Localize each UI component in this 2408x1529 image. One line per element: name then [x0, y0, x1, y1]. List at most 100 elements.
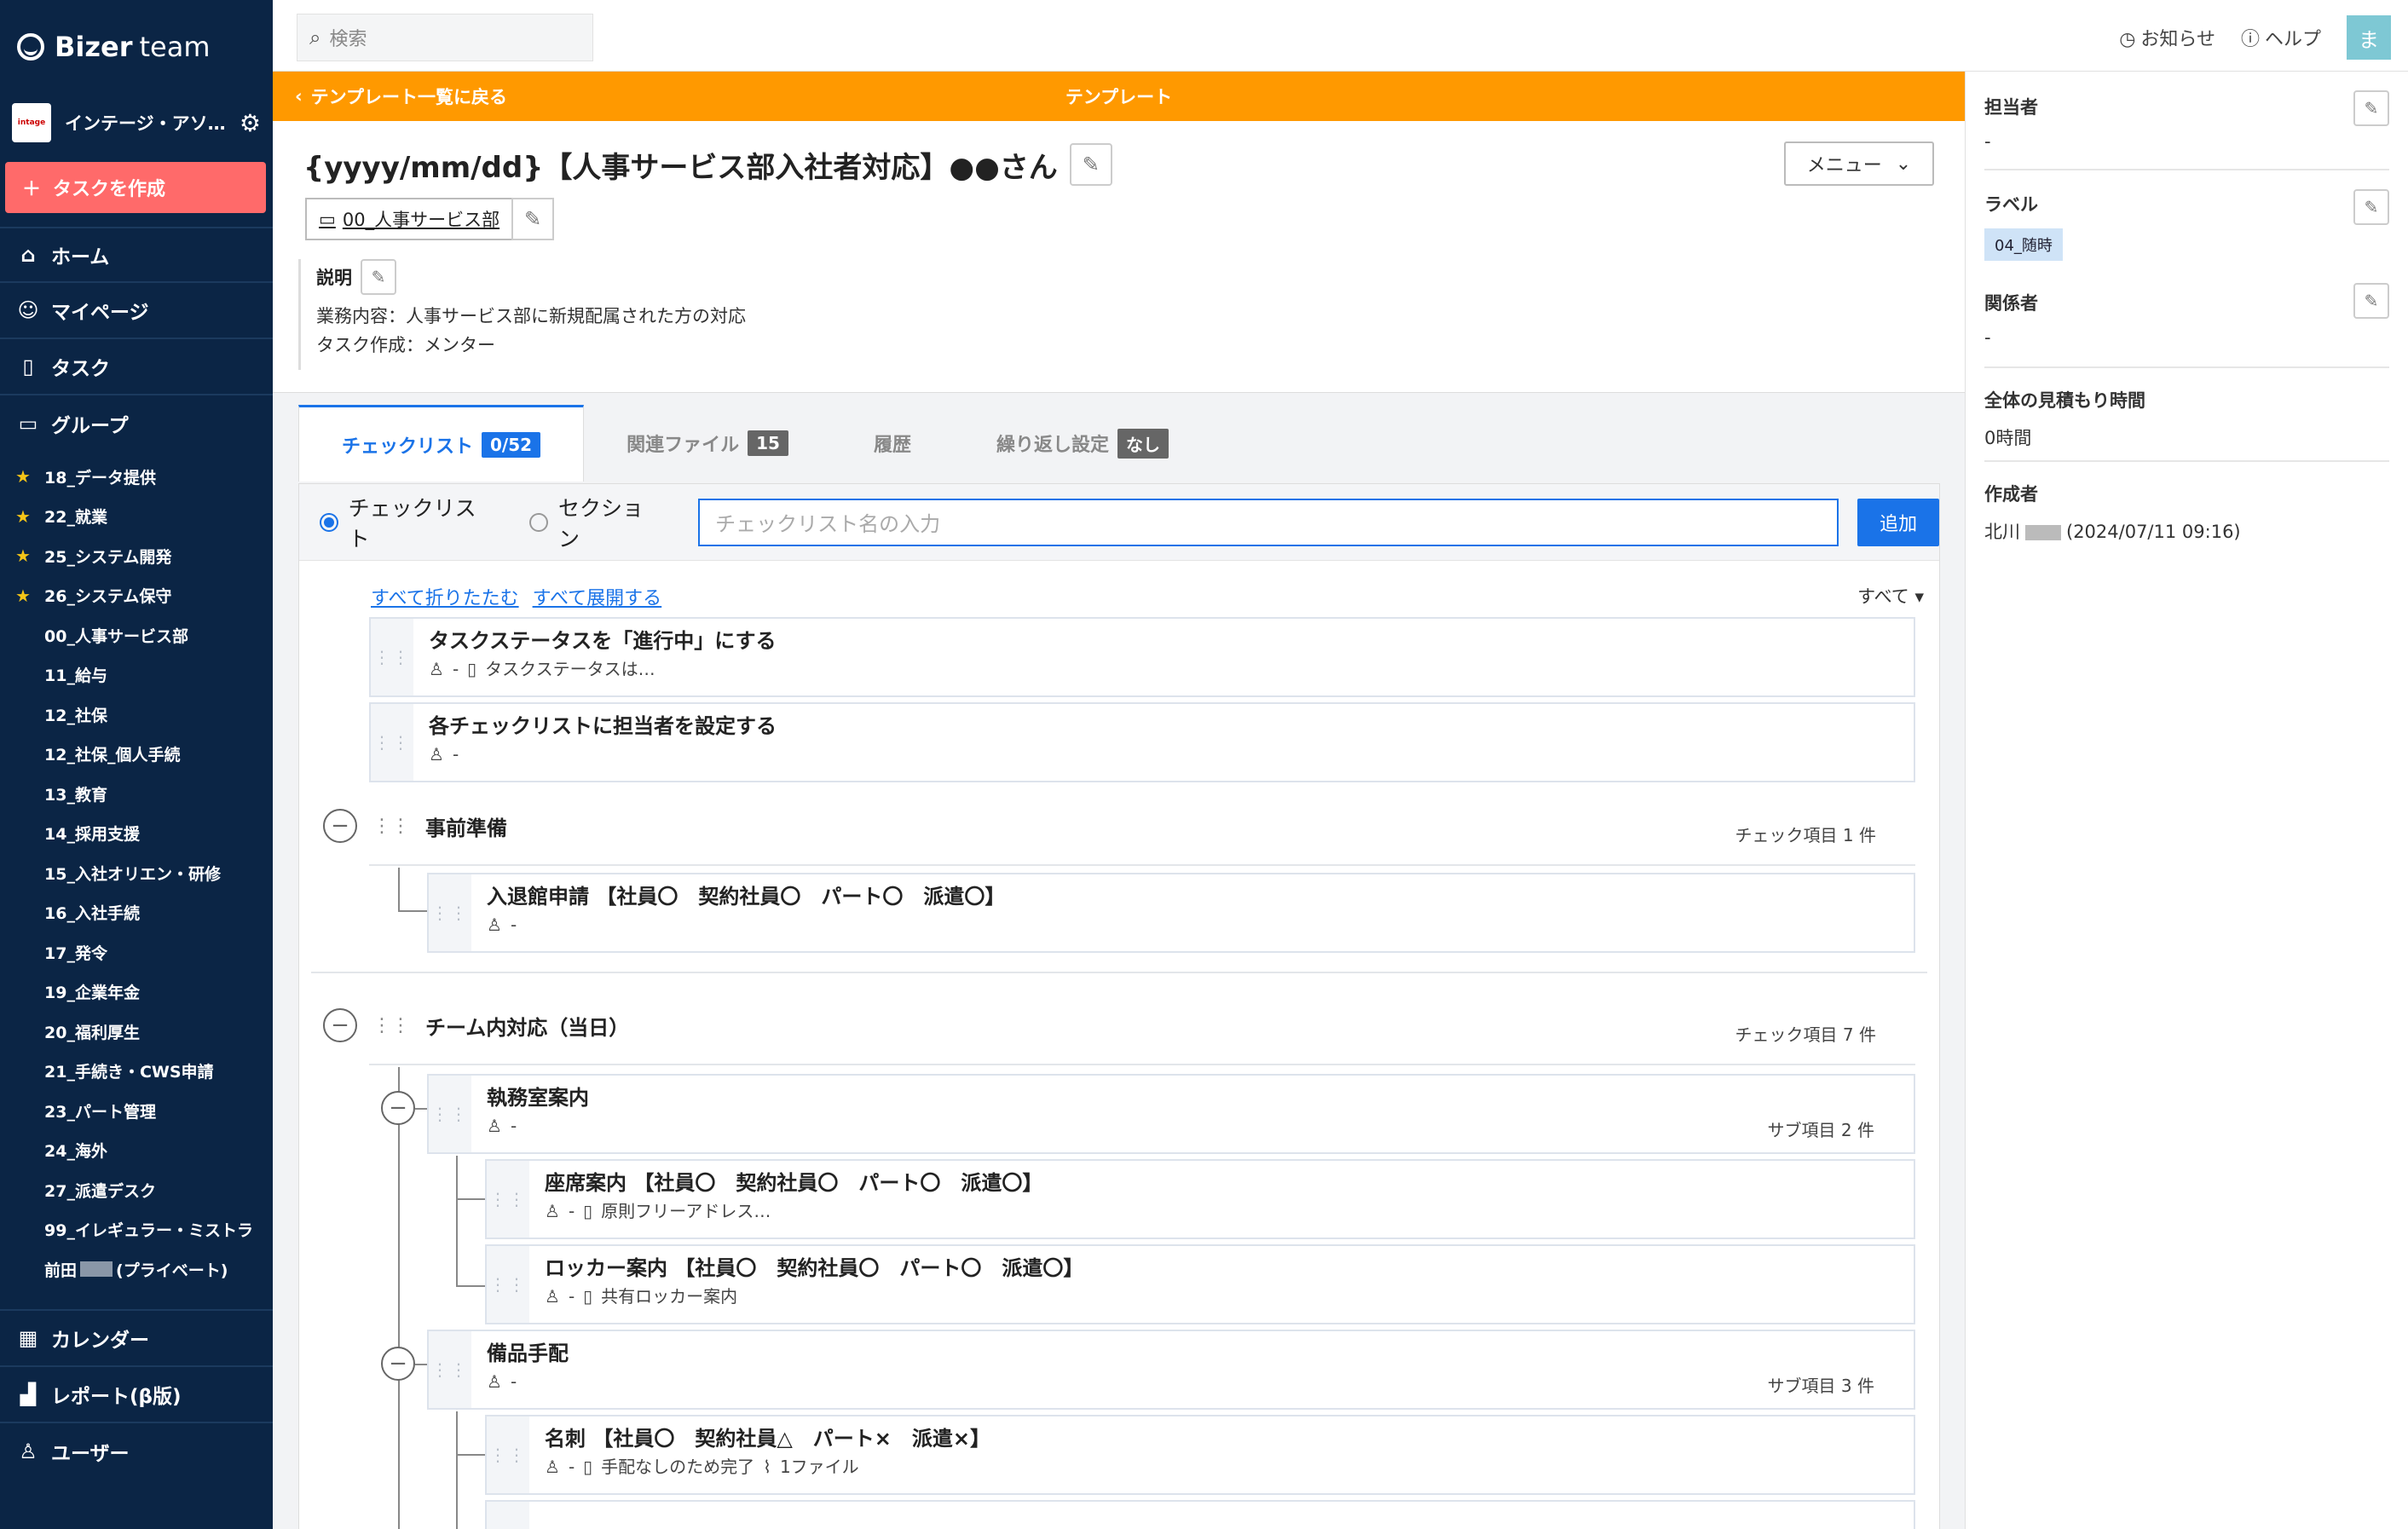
collapse-icon[interactable]: − [323, 1008, 357, 1042]
item-title: 執務室案内 [487, 1086, 589, 1110]
group-item[interactable]: 99_イレギュラー・ミストラ [0, 1210, 273, 1250]
filter-dropdown[interactable]: すべて ▾ [1857, 583, 1924, 609]
tree-line [398, 1067, 400, 1529]
group-item[interactable]: 17_発令 [0, 932, 273, 972]
checklist-item[interactable]: ⋮⋮ 執務室案内 ♙ - サブ項目 2 件 [427, 1074, 1915, 1154]
drag-handle-icon[interactable]: ⋮⋮ [429, 874, 471, 951]
collapse-icon[interactable]: − [323, 809, 357, 843]
expand-all-link[interactable]: すべて展開する [533, 583, 662, 610]
drag-handle-icon[interactable]: ⋮⋮ [371, 619, 413, 695]
group-item[interactable]: 27_派遣デスク [0, 1170, 273, 1210]
drag-handle-icon[interactable]: ⋮⋮ [487, 1416, 529, 1493]
nav-calendar[interactable]: ▦ カレンダー [0, 1311, 273, 1367]
avatar[interactable]: ま [2347, 15, 2391, 60]
group-item-private[interactable]: 前田 (プライベート) [0, 1249, 273, 1290]
edit-description-button[interactable]: ✎ [361, 259, 396, 295]
group-item[interactable]: 23_パート管理 [0, 1091, 273, 1131]
tab-files[interactable]: 関連ファイル 15 [584, 405, 831, 482]
edit-assignee-button[interactable]: ✎ [2353, 90, 2389, 126]
group-item[interactable]: ★ 18_データ提供 [0, 457, 273, 497]
checklist-item[interactable]: ⋮⋮ 入退館申請 【社員〇 契約社員〇 パート〇 派遣〇】 ♙ - [427, 873, 1915, 953]
drag-handle-icon[interactable]: ⋮⋮ [372, 816, 410, 837]
nav-home[interactable]: ⌂ ホーム [0, 227, 273, 283]
group-label: 21_手続き・CWS申請 [44, 1063, 214, 1082]
expand-collapse-links: すべて折りたたむ すべて展開する [371, 583, 661, 610]
edit-label-button[interactable]: ✎ [2353, 189, 2389, 225]
collapse-all-link[interactable]: すべて折りたたむ [371, 583, 519, 610]
group-item[interactable]: 11_給与 [0, 655, 273, 695]
menu-dropdown[interactable]: メニュー ⌄ [1784, 141, 1934, 186]
tab-repeat[interactable]: 繰り返し設定 なし [954, 405, 1211, 482]
checklist-item[interactable]: ⋮⋮ タスクステータスを「進行中」にする ♙ - ▯ タスクステータスは… [369, 617, 1915, 697]
checklist-item[interactable]: ⋮⋮ 各チェックリストに担当者を設定する ♙ - [369, 702, 1915, 782]
group-item[interactable]: 16_入社手続 [0, 893, 273, 933]
label-chip[interactable]: 04_随時 [1984, 228, 2063, 261]
group-item[interactable]: 14_採用支援 [0, 814, 273, 854]
brand-logo[interactable]: Bizer team [0, 0, 273, 94]
search-box[interactable]: ⌕ 検索 [297, 14, 593, 61]
group-item[interactable]: 19_企業年金 [0, 972, 273, 1013]
checklist-item[interactable]: ⋮⋮ 座席案内 【社員〇 契約社員〇 パート〇 派遣〇】 ♙ - ▯ 原則フリーアドレ… [485, 1159, 1915, 1239]
task-title: {yyyy/mm/dd}【人事サービス部入社者対応】●●さん [303, 150, 1058, 185]
create-task-button[interactable]: ＋ タスクを作成 [5, 162, 266, 213]
group-item[interactable]: 21_手続き・CWS申請 [0, 1052, 273, 1092]
group-label: 13_教育 [44, 785, 107, 805]
group-item[interactable]: 24_海外 [0, 1131, 273, 1171]
nav-label: ホーム [51, 246, 110, 268]
collapse-icon[interactable]: − [381, 1347, 415, 1381]
checklist-item[interactable]: ⋮⋮ 備品手配 ♙ - サブ項目 3 件 [427, 1330, 1915, 1410]
collapse-icon[interactable]: − [381, 1091, 415, 1125]
group-item[interactable]: ★ 25_システム開発 [0, 536, 273, 576]
divider [369, 864, 1915, 866]
drag-handle-icon[interactable]: ⋮⋮ [487, 1161, 529, 1238]
drag-handle-icon[interactable]: ⋮⋮ [371, 704, 413, 781]
nav-report[interactable]: ▟ レポート(β版) [0, 1367, 273, 1423]
radio-checklist[interactable] [320, 512, 338, 532]
bottom-nav: ▦ カレンダー ▟ レポート(β版) ♙ ユーザー [0, 1309, 273, 1480]
nav-groups[interactable]: ▭ グループ [0, 395, 273, 452]
drag-handle-icon[interactable]: ⋮⋮ [372, 1015, 410, 1036]
help-icon: ⓘ [2240, 29, 2260, 50]
group-item[interactable]: 00_人事サービス部 [0, 615, 273, 655]
memo-icon: ▯ [583, 1286, 593, 1307]
item-assignee: - [568, 1286, 575, 1307]
checklist-item-partial[interactable]: ⋮⋮ [485, 1500, 1915, 1529]
group-item[interactable]: ★ 26_システム保守 [0, 576, 273, 616]
group-item[interactable]: 20_福利厚生 [0, 1012, 273, 1052]
item-assignee: - [452, 659, 459, 679]
memo-icon: ▯ [583, 1201, 593, 1221]
drag-handle-icon[interactable]: ⋮⋮ [487, 1502, 529, 1529]
checklist-item[interactable]: ⋮⋮ ロッカー案内 【社員〇 契約社員〇 パート〇 派遣〇】 ♙ - ▯ 共有ロッカー… [485, 1244, 1915, 1324]
edit-related-button[interactable]: ✎ [2353, 283, 2389, 319]
edit-title-button[interactable]: ✎ [1069, 143, 1112, 186]
star-icon: ★ [15, 545, 31, 567]
section-header[interactable]: − ⋮⋮ 事前準備 チェック項目 1 件 [323, 798, 1915, 854]
help-link[interactable]: ⓘ ヘルプ [2241, 24, 2321, 51]
item-title: ロッカー案内 【社員〇 契約社員〇 パート〇 派遣〇】 [545, 1256, 1084, 1280]
section-header[interactable]: − ⋮⋮ チーム内対応（当日） チェック項目 7 件 [323, 997, 1915, 1053]
group-item[interactable]: 12_社保_個人手続 [0, 735, 273, 775]
drag-handle-icon[interactable]: ⋮⋮ [429, 1331, 471, 1408]
workspace-switcher[interactable]: intage インテージ・アソ… ⚙ [0, 94, 273, 152]
checklist-item[interactable]: ⋮⋮ 名刺 【社員〇 契約社員△ パート× 派遣×】 ♙ - ▯ 手配なしのため完了 ⌇… [485, 1415, 1915, 1495]
tab-label: 繰り返し設定 [996, 435, 1109, 456]
group-label: 15_入社オリエン・研修 [44, 864, 221, 884]
nav-users[interactable]: ♙ ユーザー [0, 1423, 273, 1480]
notice-link[interactable]: ◷ お知らせ [2119, 24, 2215, 51]
drag-handle-icon[interactable]: ⋮⋮ [487, 1246, 529, 1323]
group-item[interactable]: 13_教育 [0, 774, 273, 814]
add-button[interactable]: 追加 [1857, 498, 1939, 546]
radio-section[interactable] [529, 512, 549, 532]
nav-tasks[interactable]: ▯ タスク [0, 339, 273, 395]
group-item[interactable]: ★ 22_就業 [0, 497, 273, 537]
group-item[interactable]: 15_入社オリエン・研修 [0, 853, 273, 893]
checklist-name-input[interactable]: チェックリスト名の入力 [698, 498, 1839, 546]
drag-handle-icon[interactable]: ⋮⋮ [429, 1076, 471, 1152]
group-item[interactable]: 12_社保 [0, 695, 273, 735]
tab-history[interactable]: 履歴 [831, 405, 954, 482]
detail-panel: 担当者 - ✎ ラベル 04_随時 ✎ 関係者 - ✎ 全体の見積もり時間 0時… [1965, 72, 2408, 1529]
tab-checklist[interactable]: チェックリスト 0/52 [298, 405, 585, 482]
gear-icon[interactable]: ⚙ [240, 109, 261, 137]
nav-mypage[interactable]: ☺ マイページ [0, 283, 273, 339]
search-input[interactable]: 検索 [329, 24, 367, 51]
